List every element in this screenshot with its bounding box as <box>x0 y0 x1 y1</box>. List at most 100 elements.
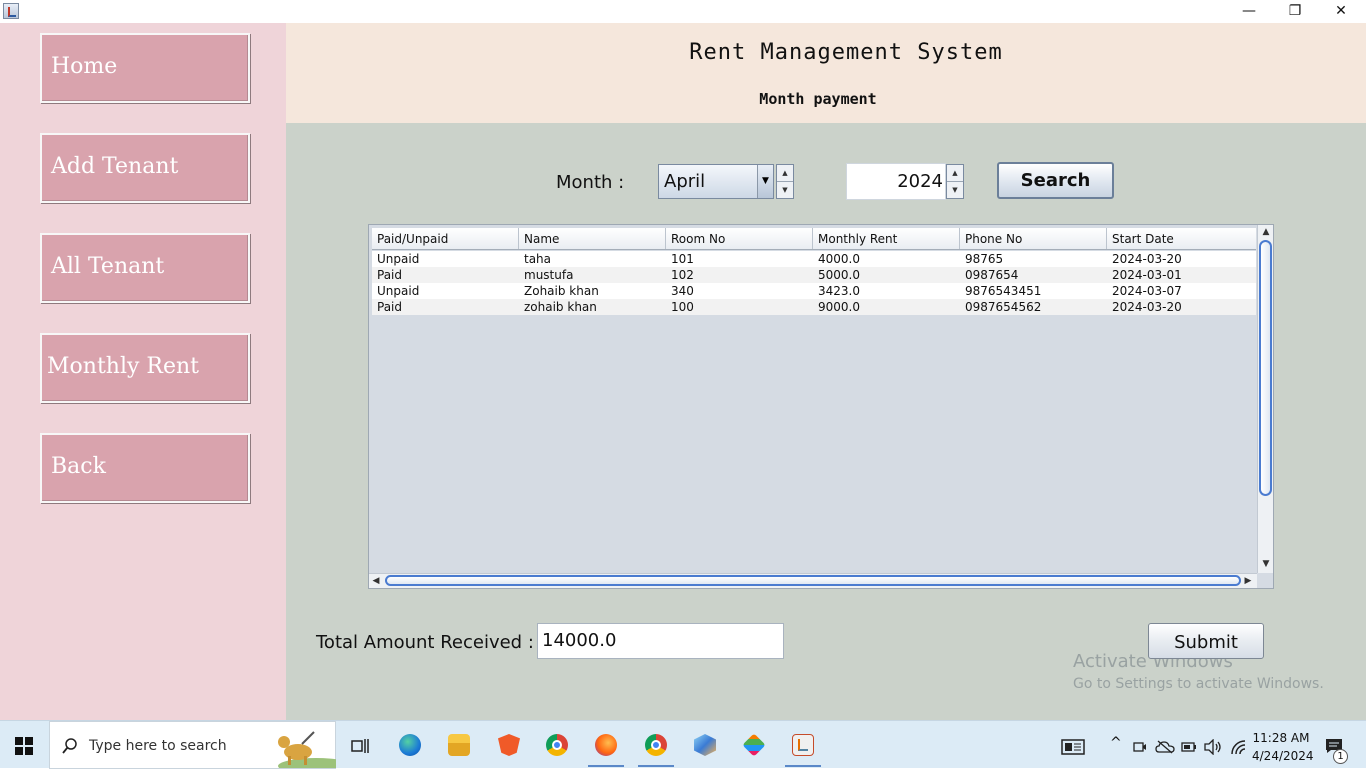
window-titlebar: — ❐ ✕ <box>0 0 1366 23</box>
onedrive-icon[interactable] <box>1155 740 1175 754</box>
clock-date[interactable]: 4/24/2024 <box>1252 749 1314 763</box>
firefox-icon[interactable] <box>595 734 617 756</box>
table-cell: Paid <box>377 300 403 314</box>
restore-button[interactable]: ❐ <box>1272 0 1318 22</box>
month-combobox[interactable]: April ▼ ▲ ▼ <box>658 164 794 199</box>
column-header[interactable]: Monthly Rent <box>813 228 960 249</box>
submit-button[interactable]: Submit <box>1148 623 1264 659</box>
horizontal-scroll-thumb[interactable] <box>385 575 1241 586</box>
year-spinner[interactable]: ▲ ▼ <box>946 164 964 199</box>
chrome-profile-icon[interactable] <box>645 734 667 756</box>
table-cell: 9876543451 <box>965 284 1042 298</box>
edge-browser-icon[interactable] <box>399 734 421 756</box>
table-cell: zohaib khan <box>524 300 597 314</box>
java-app-taskbar-icon[interactable] <box>792 734 814 756</box>
total-amount-label: Total Amount Received : <box>316 632 534 653</box>
notification-count-badge: 1 <box>1333 749 1348 764</box>
java-app-icon <box>3 3 19 19</box>
table-cell: 340 <box>671 284 694 298</box>
java-active-indicator <box>785 765 821 767</box>
paint-app-icon[interactable] <box>742 733 766 757</box>
table-header: Paid/Unpaid Name Room No Monthly Rent Ph… <box>372 228 1256 250</box>
task-view-icon[interactable] <box>351 738 369 754</box>
payments-table[interactable]: Paid/Unpaid Name Room No Monthly Rent Ph… <box>368 224 1274 589</box>
nav-monthly-rent-button[interactable]: Monthly Rent <box>40 333 250 403</box>
clock-time[interactable]: 11:28 AM <box>1252 731 1310 745</box>
total-amount-field[interactable]: 14000.0 <box>537 623 784 659</box>
year-input[interactable]: 2024 <box>846 163 946 200</box>
windows-start-icon[interactable] <box>15 737 33 755</box>
table-cell: Unpaid <box>377 252 420 266</box>
spin-down-icon[interactable]: ▼ <box>947 181 963 197</box>
meet-now-icon[interactable] <box>1133 740 1147 754</box>
table-cell: 2024-03-07 <box>1112 284 1182 298</box>
firefox-active-indicator <box>588 765 624 767</box>
table-row[interactable]: Paid mustufa 102 5000.0 0987654 2024-03-… <box>372 267 1256 283</box>
horizontal-scrollbar[interactable]: ◀ ▶ <box>369 573 1257 588</box>
page-title: Rent Management System <box>689 40 1003 65</box>
close-button[interactable]: ✕ <box>1318 0 1364 22</box>
nav-back-button[interactable]: Back <box>40 433 250 503</box>
nav-home-button[interactable]: Home <box>40 33 250 103</box>
scroll-right-icon[interactable]: ▶ <box>1241 574 1255 588</box>
month-spinner[interactable]: ▲ ▼ <box>776 164 794 199</box>
table-body: Unpaid taha 101 4000.0 98765 2024-03-20 … <box>372 251 1256 315</box>
table-cell: Unpaid <box>377 284 420 298</box>
table-cell: 98765 <box>965 252 1004 266</box>
search-button[interactable]: Search <box>997 162 1114 199</box>
column-header[interactable]: Start Date <box>1107 228 1256 249</box>
chevron-up-icon[interactable]: ^ <box>1110 735 1122 751</box>
column-header[interactable]: Name <box>519 228 666 249</box>
spin-down-icon[interactable]: ▼ <box>777 181 793 197</box>
netbeans-icon[interactable] <box>694 734 716 756</box>
wifi-icon[interactable] <box>1230 739 1246 755</box>
volume-icon[interactable] <box>1204 739 1222 755</box>
battery-icon[interactable] <box>1181 741 1197 753</box>
column-header[interactable]: Paid/Unpaid <box>372 228 519 249</box>
table-cell: 2024-03-20 <box>1112 252 1182 266</box>
news-widget-icon[interactable] <box>1061 739 1085 755</box>
table-row[interactable]: Unpaid Zohaib khan 340 3423.0 9876543451… <box>372 283 1256 299</box>
table-cell: 2024-03-20 <box>1112 300 1182 314</box>
vertical-scrollbar[interactable]: ▲ ▼ <box>1257 225 1273 573</box>
table-cell: 5000.0 <box>818 268 860 282</box>
minimize-button[interactable]: — <box>1226 0 1272 22</box>
taskbar: Type here to search ^ 11:28 AM 4/24/2024… <box>0 720 1366 769</box>
table-row[interactable]: Unpaid taha 101 4000.0 98765 2024-03-20 <box>372 251 1256 267</box>
table-cell: 100 <box>671 300 694 314</box>
activate-windows-hint: Go to Settings to activate Windows. <box>1073 676 1324 692</box>
table-cell: mustufa <box>524 268 574 282</box>
table-cell: Paid <box>377 268 403 282</box>
nav-all-tenant-button[interactable]: All Tenant <box>40 233 250 303</box>
vertical-scroll-thumb[interactable] <box>1259 240 1272 496</box>
table-cell: 0987654 <box>965 268 1019 282</box>
spin-up-icon[interactable]: ▲ <box>947 165 963 181</box>
scroll-up-icon[interactable]: ▲ <box>1258 225 1274 239</box>
taskbar-search-placeholder: Type here to search <box>89 738 227 754</box>
search-icon <box>62 738 77 754</box>
file-explorer-icon[interactable] <box>448 734 470 756</box>
header: Rent Management System Month payment <box>286 23 1366 123</box>
column-header[interactable]: Phone No <box>960 228 1107 249</box>
table-cell: Zohaib khan <box>524 284 599 298</box>
table-cell: 4000.0 <box>818 252 860 266</box>
scroll-left-icon[interactable]: ◀ <box>369 574 383 588</box>
table-cell: 2024-03-01 <box>1112 268 1182 282</box>
scroll-down-icon[interactable]: ▼ <box>1258 557 1274 571</box>
table-cell: 3423.0 <box>818 284 860 298</box>
chrome-icon[interactable] <box>546 734 568 756</box>
brave-browser-icon[interactable] <box>498 734 520 756</box>
table-cell: 102 <box>671 268 694 282</box>
taskbar-search-box[interactable]: Type here to search <box>49 721 336 769</box>
column-header[interactable]: Room No <box>666 228 813 249</box>
table-cell: 101 <box>671 252 694 266</box>
spin-up-icon[interactable]: ▲ <box>777 165 793 181</box>
page-subtitle: Month payment <box>759 90 877 108</box>
chevron-down-icon[interactable]: ▼ <box>757 165 773 198</box>
table-cell: 9000.0 <box>818 300 860 314</box>
nav-add-tenant-button[interactable]: Add Tenant <box>40 133 250 203</box>
table-cell: 0987654562 <box>965 300 1042 314</box>
search-highlight-dog-icon <box>278 731 336 768</box>
table-cell: taha <box>524 252 552 266</box>
table-row[interactable]: Paid zohaib khan 100 9000.0 0987654562 2… <box>372 299 1256 315</box>
